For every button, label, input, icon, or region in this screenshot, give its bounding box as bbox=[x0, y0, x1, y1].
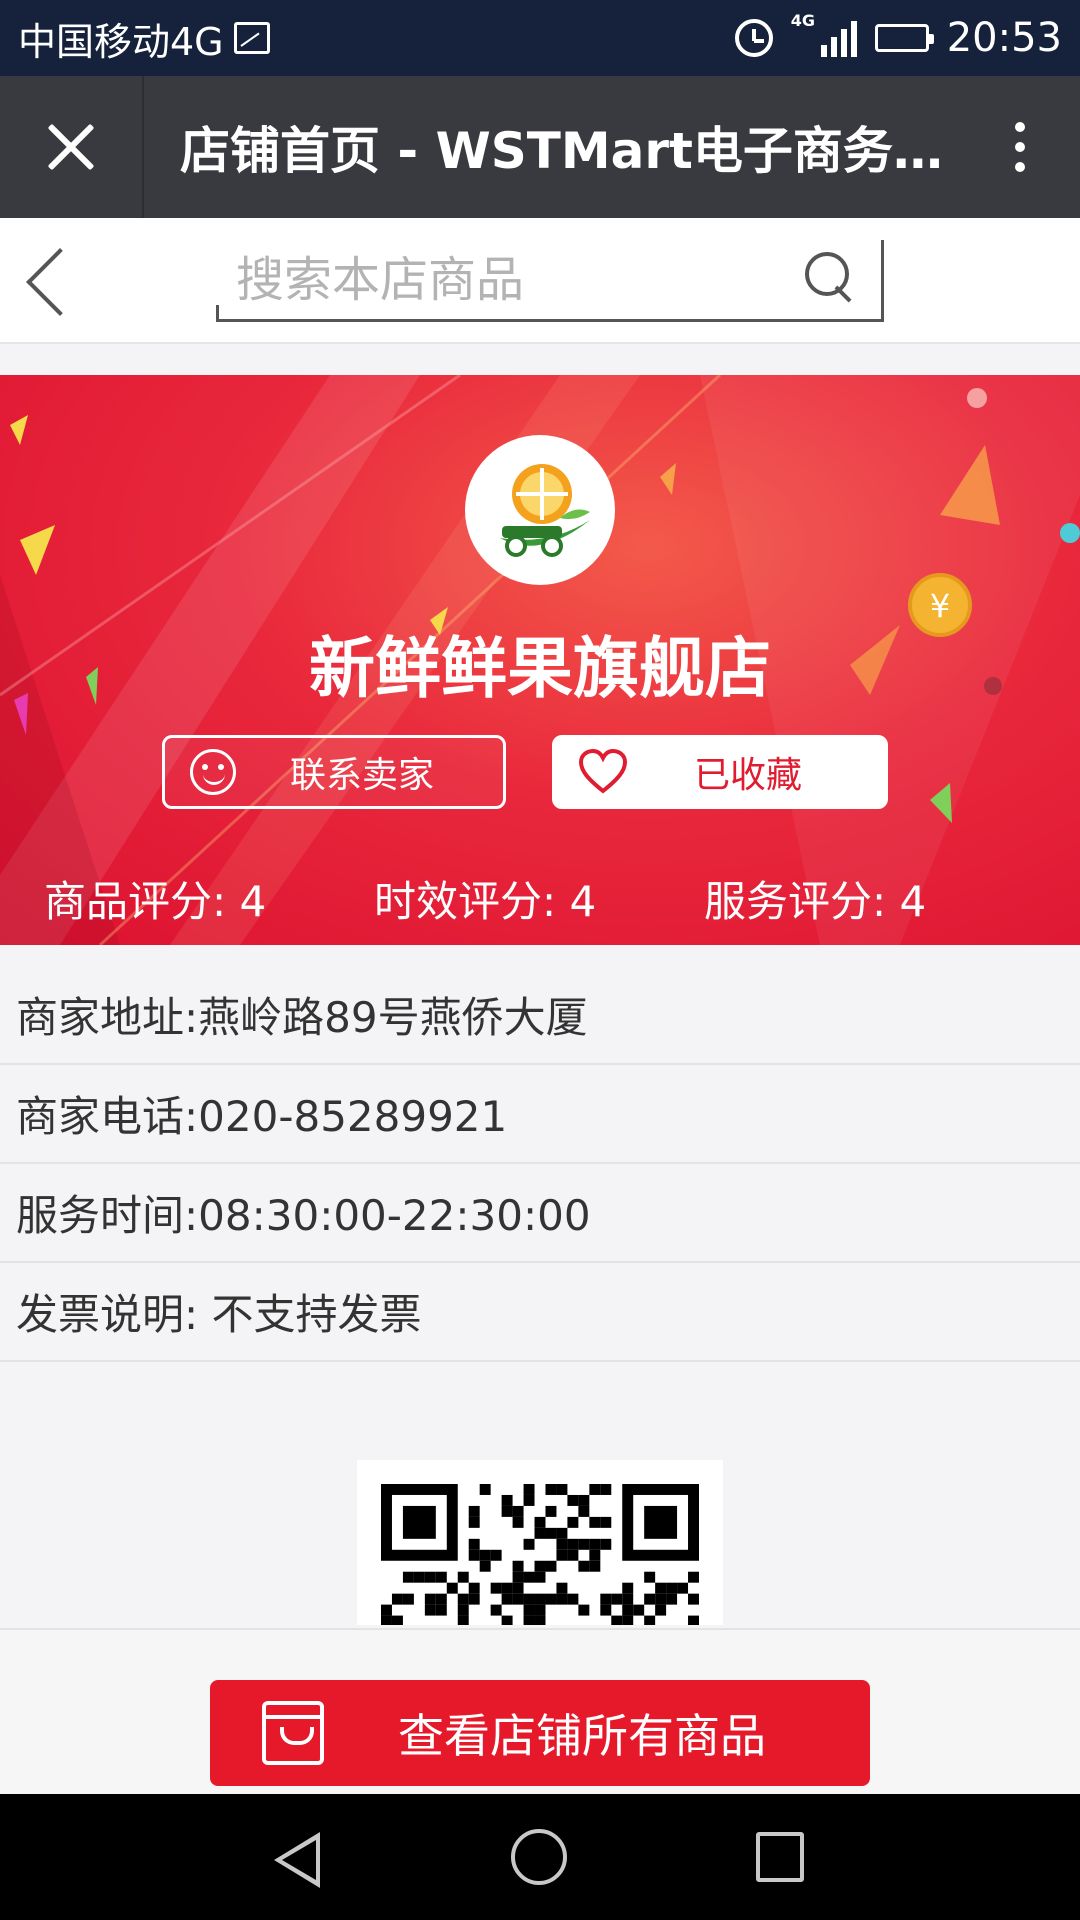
favorite-label: 已收藏 bbox=[693, 755, 802, 796]
signal-icon: 4G bbox=[791, 13, 857, 57]
browser-title-bar: 店铺首页 - WSTMart电子商务… bbox=[0, 76, 1080, 218]
view-all-products-button[interactable]: 查看店铺所有商品 bbox=[210, 1680, 870, 1786]
alarm-icon bbox=[734, 19, 773, 57]
search-icon[interactable] bbox=[805, 252, 859, 306]
qr-code-image bbox=[381, 1484, 699, 1625]
system-nav-bar bbox=[0, 1794, 1080, 1920]
contact-seller-label: 联系卖家 bbox=[289, 755, 434, 796]
carrier-label: 中国移动4G bbox=[18, 19, 224, 64]
service-rating: 服务评分: 4 bbox=[704, 877, 927, 926]
goods-rating: 商品评分: 4 bbox=[44, 877, 267, 926]
close-button[interactable] bbox=[0, 76, 144, 218]
shop-phone[interactable]: 商家电话:020-85289921 bbox=[0, 1065, 1080, 1164]
shop-logo bbox=[465, 435, 615, 585]
shopping-bag-icon bbox=[262, 1701, 324, 1765]
timeliness-rating: 时效评分: 4 bbox=[374, 877, 597, 926]
nav-home-icon[interactable] bbox=[511, 1829, 567, 1885]
shop-banner: ¥ 新鲜鲜果旗舰店 联系卖家 已收藏 商品评分: 4 时效评分: 4 服务评分:… bbox=[0, 375, 1080, 945]
shop-address: 商家地址:燕岭路89号燕侨大厦 bbox=[0, 966, 1080, 1065]
page-title: 店铺首页 - WSTMart电子商务… bbox=[180, 122, 943, 180]
close-icon bbox=[45, 121, 97, 173]
nav-recent-apps-icon[interactable] bbox=[756, 1832, 804, 1882]
status-bar: 中国移动4G 4G 20:53 bbox=[0, 0, 1080, 76]
chat-icon bbox=[190, 749, 236, 795]
more-button[interactable] bbox=[960, 76, 1080, 218]
network-badge: 4G bbox=[790, 11, 815, 30]
view-all-products-label: 查看店铺所有商品 bbox=[398, 1709, 766, 1763]
search-input[interactable] bbox=[236, 248, 796, 312]
shop-ratings: 商品评分: 4 时效评分: 4 服务评分: 4 bbox=[0, 868, 1080, 926]
nav-back-icon[interactable] bbox=[274, 1832, 320, 1888]
clock: 20:53 bbox=[946, 15, 1062, 61]
more-icon bbox=[1015, 122, 1025, 132]
favorite-button[interactable]: 已收藏 bbox=[552, 735, 888, 809]
shop-qr-code bbox=[357, 1460, 723, 1625]
battery-icon bbox=[874, 24, 934, 52]
back-button[interactable] bbox=[20, 246, 80, 316]
search-header bbox=[0, 218, 1080, 344]
search-box bbox=[216, 240, 884, 322]
bottom-bar: 查看店铺所有商品 bbox=[0, 1628, 1080, 1794]
shop-hours: 服务时间:08:30:00-22:30:00 bbox=[0, 1164, 1080, 1263]
shop-name: 新鲜鲜果旗舰店 bbox=[309, 630, 771, 707]
shop-info-list: 商家地址:燕岭路89号燕侨大厦 商家电话:020-85289921 服务时间:0… bbox=[0, 966, 1080, 1362]
shop-invoice: 发票说明: 不支持发票 bbox=[0, 1263, 1080, 1362]
image-icon bbox=[233, 22, 270, 54]
contact-seller-button[interactable]: 联系卖家 bbox=[162, 735, 506, 809]
heart-icon bbox=[578, 749, 628, 794]
